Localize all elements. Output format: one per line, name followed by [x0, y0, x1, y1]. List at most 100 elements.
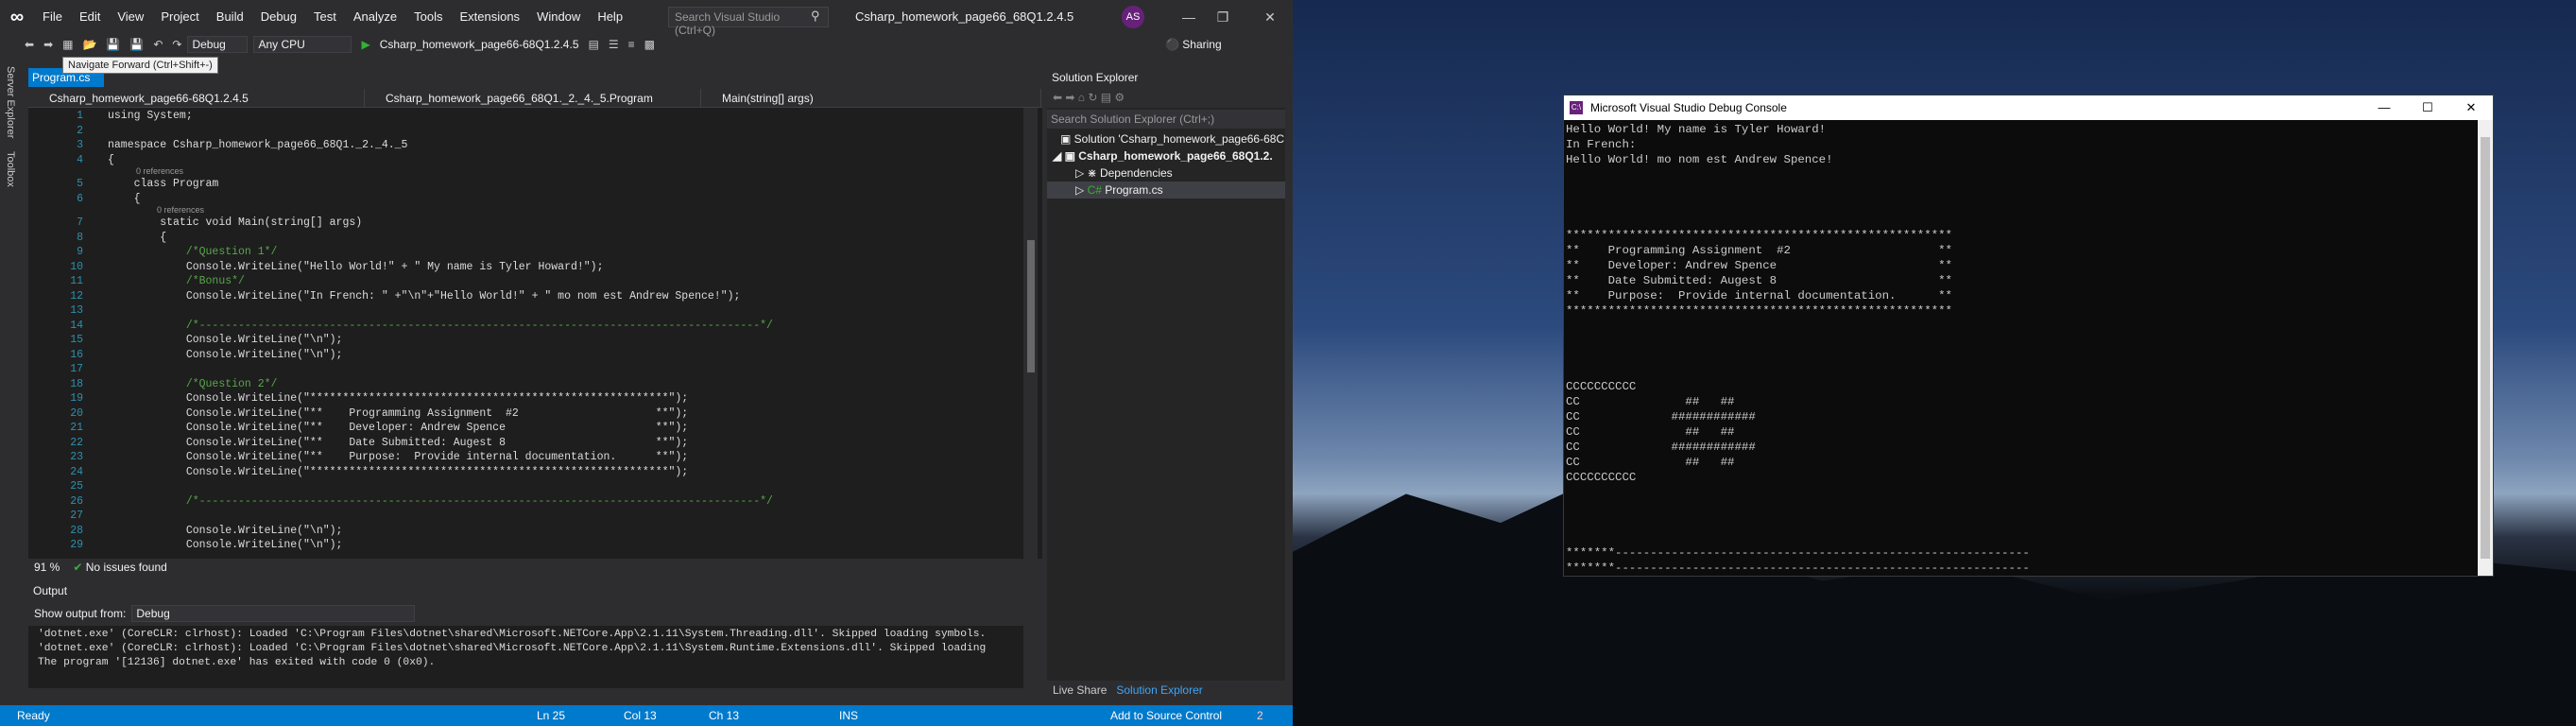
forward-icon[interactable]: ➡ [40, 38, 57, 51]
code-lens-references[interactable]: 0 references [157, 205, 204, 215]
tab-live-share[interactable]: Live Share [1053, 681, 1107, 700]
dependencies-node[interactable]: ▷ ⋇ Dependencies [1047, 164, 1285, 182]
console-scrollbar[interactable] [2478, 120, 2493, 576]
nav-class-dropdown[interactable]: Csharp_homework_page66_68Q1._2._4._5.Pro… [365, 89, 701, 107]
new-project-icon[interactable]: ▦ [59, 38, 77, 51]
code-line[interactable]: namespace Csharp_homework_page66_68Q1._2… [108, 139, 407, 151]
code-line[interactable]: { [108, 232, 166, 244]
console-app-icon: C:\ [1570, 101, 1583, 114]
line-number: 7 [77, 216, 83, 229]
code-line[interactable]: Console.WriteLine("** Date Submitted: Au… [108, 437, 688, 449]
menu-project[interactable]: Project [152, 0, 207, 34]
code-line[interactable]: Console.WriteLine("\n"); [108, 539, 343, 551]
line-number: 8 [77, 231, 83, 244]
menu-view[interactable]: View [109, 0, 152, 34]
project-node[interactable]: ◢ ▣ Csharp_homework_page66_68Q1.2. [1047, 147, 1285, 164]
menu-analyze[interactable]: Analyze [345, 0, 405, 34]
code-line[interactable]: /*Bonus*/ [108, 275, 245, 287]
code-line[interactable]: /*--------------------------------------… [108, 320, 773, 332]
redo-icon[interactable]: ↷ [168, 38, 185, 51]
minimize-icon[interactable]: — [1172, 0, 1206, 34]
add-to-source-control[interactable]: Add to Source Control [1110, 705, 1222, 726]
code-line[interactable]: class Program [108, 178, 219, 190]
menu-debug[interactable]: Debug [252, 0, 305, 34]
code-line[interactable]: Console.WriteLine("** Purpose: Provide i… [108, 451, 688, 463]
code-line[interactable]: using System; [108, 110, 193, 122]
close-icon[interactable]: ✕ [1253, 0, 1287, 34]
restore-icon[interactable]: ❐ [1206, 0, 1240, 34]
back-icon[interactable]: ⬅ [21, 38, 38, 51]
avatar[interactable]: AS [1122, 6, 1144, 28]
menu-extensions[interactable]: Extensions [451, 0, 528, 34]
scroll-thumb[interactable] [1027, 240, 1035, 372]
console-scroll-thumb[interactable] [2481, 137, 2490, 559]
code-line[interactable]: { [108, 154, 114, 166]
save-icon[interactable]: 💾 [102, 38, 124, 51]
code-line[interactable]: Console.WriteLine("\n"); [108, 525, 343, 537]
code-line[interactable]: Console.WriteLine("Hello World!" + " My … [108, 261, 604, 273]
menu-window[interactable]: Window [528, 0, 589, 34]
line-number: 24 [70, 465, 83, 478]
code-line[interactable]: Console.WriteLine("** Programming Assign… [108, 407, 688, 420]
console-line: CCCCCCCCCC [1566, 380, 1637, 393]
output-source-select[interactable]: Debug [131, 605, 416, 622]
error-badge[interactable]: 2 [1257, 705, 1263, 726]
line-number: 22 [70, 436, 83, 449]
server-explorer-tab[interactable]: Server Explorer [5, 66, 16, 138]
code-line[interactable]: Console.WriteLine("In French: " +"\n"+"H… [108, 290, 741, 302]
code-line[interactable]: Console.WriteLine("\n"); [108, 334, 343, 346]
issues-status[interactable]: ✔ No issues found [73, 561, 166, 574]
solution-footer: Live Share Solution Explorer [1047, 681, 1285, 700]
editor-scrollbar[interactable] [1023, 108, 1038, 559]
console-line: ** Date Submitted: Augest 8 ** [1566, 274, 1952, 287]
console-minimize-icon[interactable]: — [2362, 95, 2406, 120]
code-line[interactable]: /*Question 1*/ [108, 246, 278, 258]
save-all-icon[interactable]: 💾 [126, 38, 147, 51]
vs-logo-icon[interactable]: ∞ [0, 0, 34, 34]
code-line[interactable]: /*--------------------------------------… [108, 495, 773, 508]
run-target-button[interactable]: Csharp_homework_page66-68Q1.2.4.5 [376, 38, 583, 51]
config-select[interactable]: Debug [187, 36, 249, 53]
program-cs-node[interactable]: ▷ C# Program.cs [1047, 182, 1285, 199]
code-line[interactable]: Console.WriteLine("*********************… [108, 392, 688, 405]
toolbar-icon-2[interactable]: ☰ [605, 38, 623, 51]
search-icon[interactable]: ⚲ [811, 9, 820, 24]
tab-solution-explorer[interactable]: Solution Explorer [1116, 681, 1202, 700]
line-number: 29 [70, 539, 83, 551]
open-icon[interactable]: 📂 [78, 38, 100, 51]
zoom-level[interactable]: 91 % [34, 561, 60, 574]
toolbar-icon-3[interactable]: ≡ [625, 38, 639, 51]
solution-node[interactable]: ▣ Solution 'Csharp_homework_page66-68C [1047, 130, 1285, 147]
code-lens-references[interactable]: 0 references [136, 166, 183, 176]
vs-search-input[interactable]: Search Visual Studio (Ctrl+Q) [668, 7, 829, 37]
solution-search-input[interactable]: Search Solution Explorer (Ctrl+;) [1047, 110, 1285, 129]
code-line[interactable]: /*Question 2*/ [108, 378, 278, 390]
menu-build[interactable]: Build [208, 0, 252, 34]
menu-file[interactable]: File [34, 0, 71, 34]
nav-member-dropdown[interactable]: Main(string[] args) [701, 89, 1041, 107]
menu-tools[interactable]: Tools [405, 0, 451, 34]
code-line[interactable]: static void Main(string[] args) [108, 216, 362, 229]
code-line[interactable]: Console.WriteLine("\n"); [108, 349, 343, 361]
debug-console-window[interactable]: C:\ Microsoft Visual Studio Debug Consol… [1563, 95, 2494, 577]
menu-help[interactable]: Help [589, 0, 631, 34]
sharing-button[interactable]: ⚫ Sharing [1165, 34, 1222, 55]
undo-icon[interactable]: ↶ [149, 38, 166, 51]
output-pane[interactable]: 'dotnet.exe' (CoreCLR: clrhost): Loaded … [28, 626, 1023, 688]
toolbox-tab[interactable]: Toolbox [5, 151, 16, 187]
console-close-icon[interactable]: ✕ [2449, 95, 2493, 120]
run-icon[interactable]: ▶ [357, 38, 373, 51]
console-maximize-icon[interactable]: ☐ [2406, 95, 2449, 120]
platform-select[interactable]: Any CPU [253, 36, 352, 53]
toolbar-icon-1[interactable]: ▤ [585, 38, 603, 51]
code-line[interactable]: { [108, 193, 141, 205]
code-line[interactable]: Console.WriteLine("** Developer: Andrew … [108, 422, 688, 434]
toolbar-icon-4[interactable]: ▩ [641, 38, 659, 51]
console-line: ** Programming Assignment #2 ** [1566, 244, 1952, 257]
code-editor[interactable]: 1 2 3 4 5 6 7 8 9 10 11 12 13 14 15 16 17 18 19 20 21 22 23 24 2… [28, 108, 1042, 559]
code-line[interactable]: Console.WriteLine("*********************… [108, 466, 688, 478]
menu-edit[interactable]: Edit [71, 0, 109, 34]
menu-test[interactable]: Test [305, 0, 345, 34]
nav-project-dropdown[interactable]: Csharp_homework_page66-68Q1.2.4.5 [28, 89, 365, 107]
